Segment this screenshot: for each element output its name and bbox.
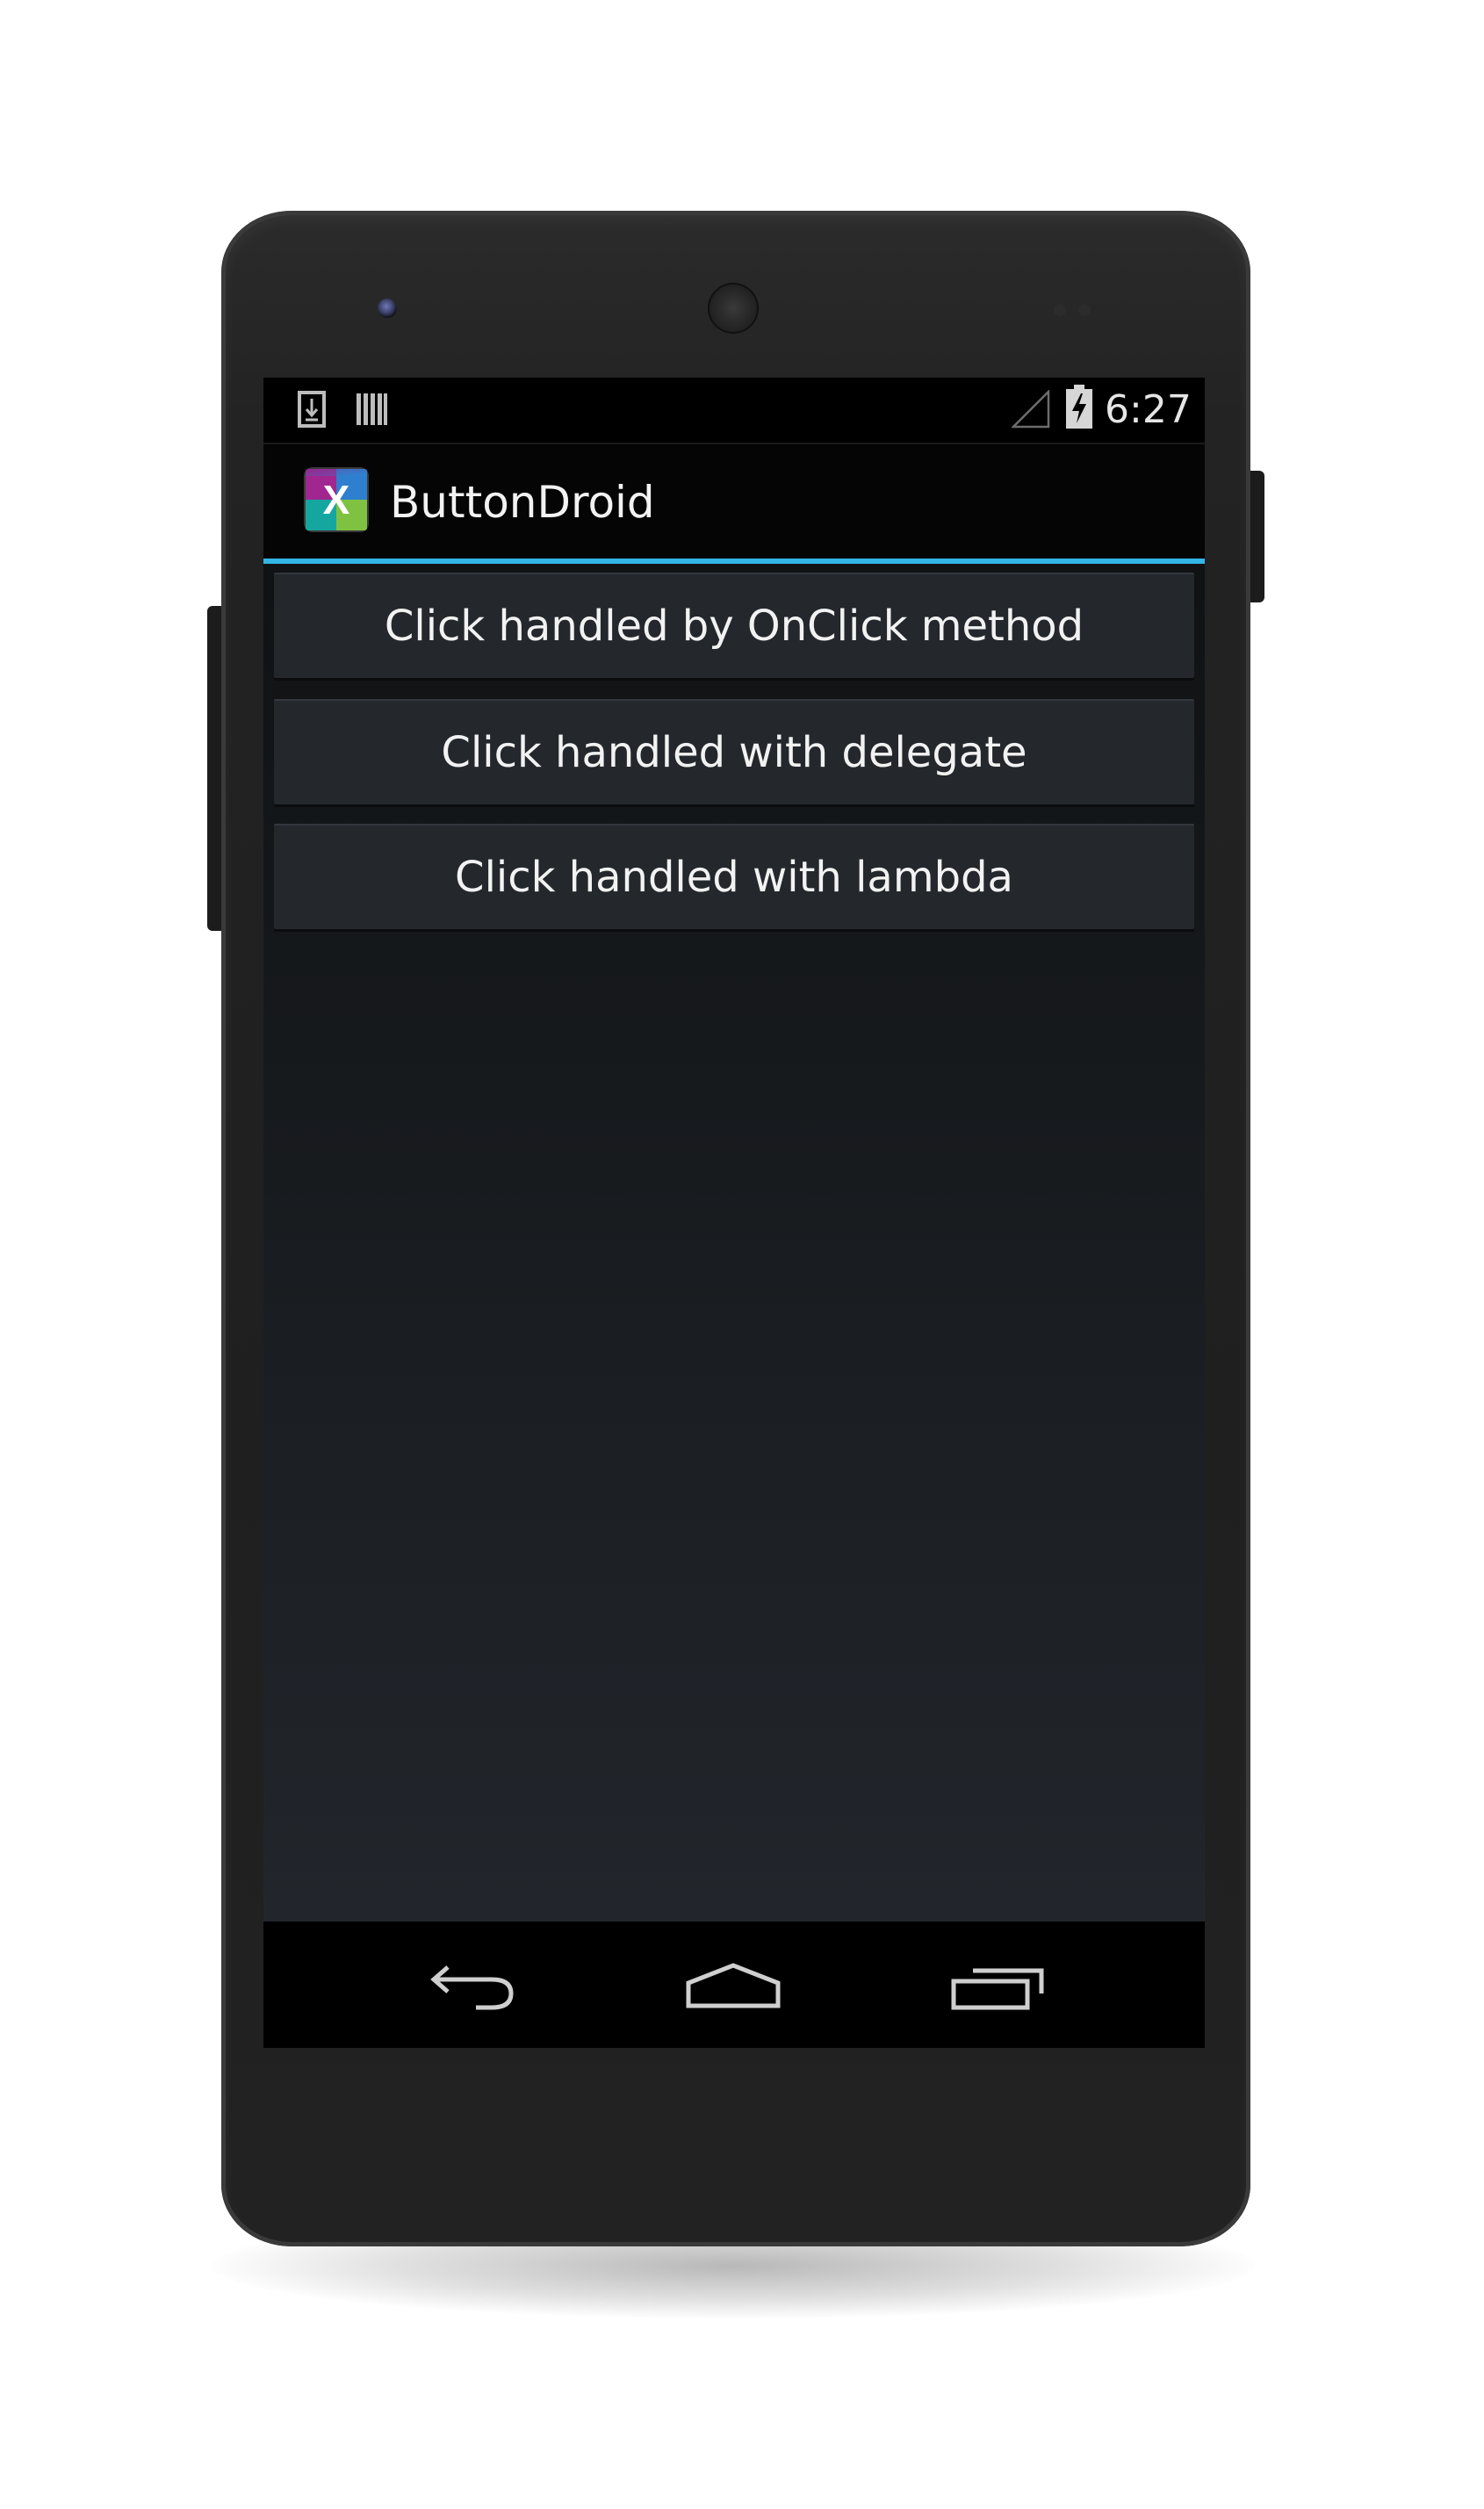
svg-text:X: X — [323, 477, 350, 523]
action-bar: X ButtonDroid — [263, 444, 1205, 564]
xamarin-icon[interactable]: X — [304, 467, 369, 532]
app-title: ButtonDroid — [390, 477, 655, 528]
earpiece-speaker — [708, 283, 759, 334]
battery-charging-icon — [1066, 385, 1092, 429]
proximity-sensor — [1054, 304, 1066, 316]
barcode-icon — [357, 393, 387, 425]
status-bar: 6:27 — [263, 378, 1205, 444]
phone-frame: 6:27 X ButtonDroid Click handled by OnCl… — [221, 211, 1250, 2246]
recents-icon[interactable] — [950, 1960, 1047, 2013]
delegate-button[interactable]: Click handled with delegate — [274, 699, 1194, 804]
light-sensor — [1078, 304, 1091, 316]
home-icon[interactable] — [685, 1960, 782, 2013]
status-clock: 6:27 — [1105, 387, 1192, 432]
front-camera — [378, 299, 397, 318]
back-icon[interactable] — [423, 1960, 520, 2013]
signal-icon — [1012, 390, 1050, 429]
screen: 6:27 X ButtonDroid Click handled by OnCl… — [263, 378, 1205, 2048]
onclick-method-button[interactable]: Click handled by OnClick method — [274, 573, 1194, 678]
navigation-bar — [263, 1921, 1205, 2048]
lambda-button[interactable]: Click handled with lambda — [274, 824, 1194, 929]
content-area: Click handled by OnClick method Click ha… — [263, 564, 1205, 1921]
download-icon — [298, 391, 326, 428]
